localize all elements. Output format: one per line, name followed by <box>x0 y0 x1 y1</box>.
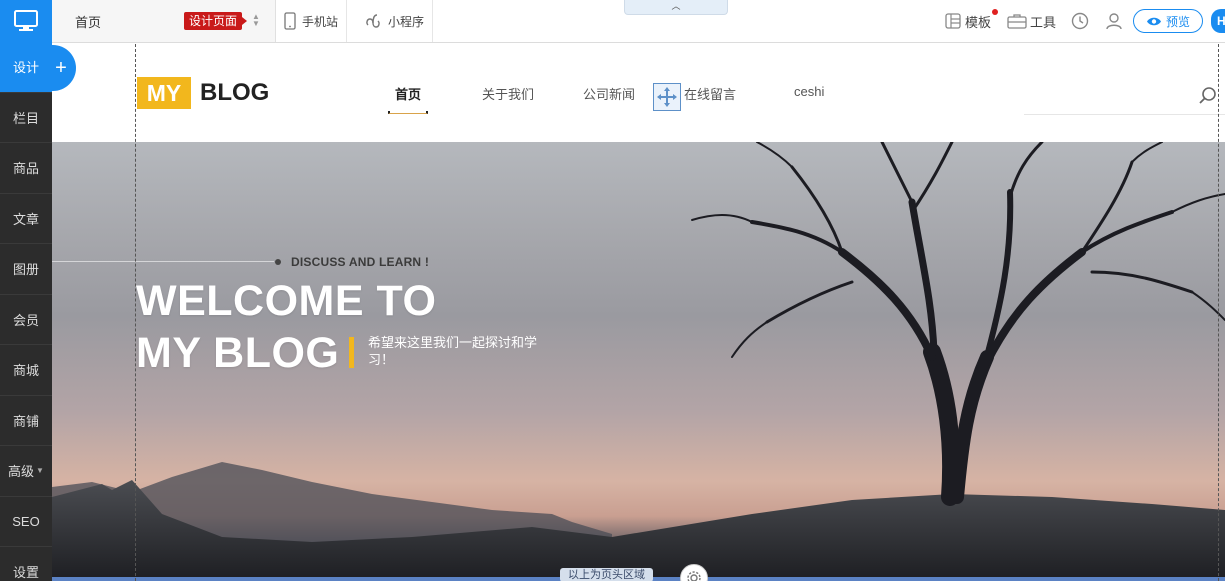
sidebar-item-seo[interactable]: SEO <box>0 497 52 547</box>
nav-news[interactable]: 公司新闻 <box>583 84 635 103</box>
chevron-up-icon: ︿ <box>671 1 681 11</box>
nav-about[interactable]: 关于我们 <box>482 84 534 103</box>
miniapp-icon <box>366 14 380 28</box>
search-icon[interactable] <box>1198 86 1218 106</box>
hero-title-line2: MY BLOG <box>136 329 340 377</box>
sidebar-item-shop[interactable]: 商铺 <box>0 396 52 446</box>
sidebar-item-albums[interactable]: 图册 <box>0 244 52 295</box>
hero-title-line1: WELCOME TO <box>136 277 437 325</box>
publish-button[interactable]: H <box>1211 9 1225 33</box>
hero-divider-dot <box>275 259 281 265</box>
sidebar-item-label: 高级 <box>8 464 35 480</box>
logo-my: MY <box>137 77 191 109</box>
nav-active-indicator <box>388 111 428 114</box>
move-handle-icon[interactable] <box>653 83 681 111</box>
sidebar-item-members[interactable]: 会员 <box>0 295 52 345</box>
caret-down-icon: ▼ <box>36 466 44 476</box>
sidebar-item-settings[interactable]: 设置 <box>0 547 52 581</box>
hero-divider-line <box>52 261 274 262</box>
site-header[interactable]: MY BLOG 首页 关于我们 公司新闻 在线留言 ceshi <box>52 44 1225 142</box>
template-icon <box>945 13 961 29</box>
top-toolbar: 首页 设计页面 ▲ ▼ 手机站 小程序 ︿ 模板 工具 预览 H <box>52 0 1225 43</box>
sidebar-item-label: 文章 <box>12 211 39 227</box>
sort-arrows-icon[interactable]: ▲ ▼ <box>252 13 260 28</box>
sidebar-item-label: 商城 <box>12 363 39 379</box>
search-underline <box>1024 114 1225 115</box>
template-label: 模板 <box>965 14 992 30</box>
preview-button[interactable]: 预览 <box>1133 9 1203 33</box>
sidebar-item-articles[interactable]: 文章 <box>0 194 52 244</box>
current-page-name: 首页 <box>75 14 102 30</box>
sidebar-item-columns[interactable]: 栏目 <box>0 93 52 143</box>
hero-banner[interactable]: DISCUSS AND LEARN ! WELCOME TO MY BLOG 希… <box>52 142 1225 577</box>
sidebar-item-design[interactable]: 设计 <box>0 42 52 93</box>
mobile-site-button[interactable]: 手机站 <box>276 0 348 42</box>
design-canvas[interactable]: MY BLOG 首页 关于我们 公司新闻 在线留言 ceshi DISCUSS … <box>52 44 1225 581</box>
nav-ceshi[interactable]: ceshi <box>794 84 824 99</box>
sidebar-item-products[interactable]: 商品 <box>0 143 52 194</box>
sidebar-item-mall[interactable]: 商城 <box>0 345 52 396</box>
header-region-label: 以上为页头区域 <box>560 568 653 581</box>
left-sidebar: 设计 栏目 商品 文章 图册 会员 商城 商铺 高级 ▼ SEO 设置 <box>0 0 52 581</box>
sidebar-item-label: SEO <box>12 513 40 529</box>
template-button[interactable]: 模板 <box>945 0 991 42</box>
mobile-site-label: 手机站 <box>302 14 339 29</box>
collapse-toolbar-button[interactable]: ︿ <box>624 0 728 15</box>
preview-label: 预览 <box>1165 14 1190 29</box>
guide-line-left <box>135 44 136 581</box>
sidebar-item-label: 栏目 <box>12 110 39 126</box>
notification-dot <box>992 9 998 15</box>
design-page-badge: 设计页面 <box>184 12 248 30</box>
nav-message[interactable]: 在线留言 <box>684 84 736 103</box>
tools-button[interactable]: 工具 <box>1007 0 1056 42</box>
miniapp-button[interactable]: 小程序 <box>356 0 434 42</box>
sidebar-item-label: 设计 <box>12 60 39 76</box>
hero-accent-bar <box>349 337 354 368</box>
sidebar-item-advanced[interactable]: 高级 ▼ <box>0 446 52 497</box>
nav-home[interactable]: 首页 <box>395 84 421 103</box>
sidebar-item-label: 商品 <box>12 161 39 177</box>
page-selector[interactable]: 首页 设计页面 ▲ ▼ <box>52 0 276 42</box>
sidebar-item-label: 设置 <box>12 565 39 581</box>
sidebar-item-label: 商铺 <box>12 413 39 429</box>
hero-eyebrow: DISCUSS AND LEARN ! <box>291 255 430 269</box>
monitor-icon[interactable] <box>0 0 52 42</box>
hero-tagline: 希望来这里我们一起探讨和学习！ <box>368 335 538 367</box>
eye-icon <box>1146 17 1161 25</box>
guide-line-right <box>1218 44 1219 581</box>
miniapp-label: 小程序 <box>388 14 425 29</box>
tools-label: 工具 <box>1030 14 1057 30</box>
sidebar-item-label: 图册 <box>12 262 39 278</box>
history-icon[interactable] <box>1071 0 1089 42</box>
sidebar-item-label: 会员 <box>12 312 39 328</box>
toolbox-icon <box>1007 14 1027 29</box>
user-icon[interactable] <box>1105 0 1123 42</box>
phone-icon <box>284 12 296 30</box>
logo-blog: BLOG <box>200 79 270 106</box>
